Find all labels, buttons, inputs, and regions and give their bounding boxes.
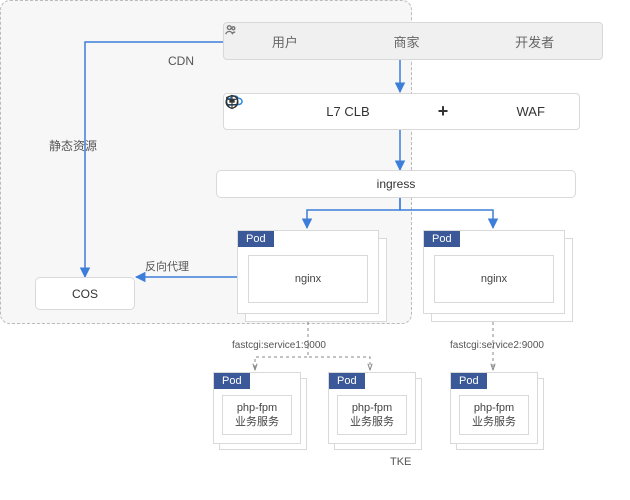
- nginx-pod-2: Pod nginx: [423, 230, 573, 322]
- nginx-pod-1: Pod nginx: [237, 230, 387, 322]
- php-pod-3: Pod php-fpm 业务服务: [450, 372, 548, 452]
- reverse-proxy-label: 反向代理: [145, 258, 189, 274]
- nginx-label: nginx: [295, 272, 321, 286]
- php-inner: php-fpm 业务服务: [222, 395, 292, 435]
- php-line1: php-fpm: [474, 401, 514, 415]
- php-inner: php-fpm 业务服务: [459, 395, 529, 435]
- l7clb-label: L7 CLB: [326, 104, 369, 119]
- actor-user: 用户: [272, 32, 298, 51]
- waf-label: WAF: [516, 104, 544, 119]
- actor-merchant-label: 商家: [393, 32, 419, 51]
- php-line1: php-fpm: [237, 401, 277, 415]
- actor-merchant: 商家: [393, 32, 419, 51]
- nginx-inner: nginx: [434, 255, 554, 303]
- actor-user-label: 用户: [272, 32, 298, 51]
- php-line2: 业务服务: [472, 415, 516, 429]
- ingress-label: ingress: [377, 177, 416, 191]
- nginx-inner: nginx: [248, 255, 368, 303]
- ingress-box: ingress: [216, 170, 576, 198]
- php-pod-1: Pod php-fpm 业务服务: [213, 372, 311, 452]
- waf-shield-icon: [224, 94, 240, 110]
- actor-developer-label: 开发者: [515, 32, 554, 51]
- pod-badge: Pod: [329, 373, 365, 389]
- pod-badge: Pod: [451, 373, 487, 389]
- actors-bar: 用户 商家 开发者: [223, 22, 603, 60]
- php-line2: 业务服务: [235, 415, 279, 429]
- users-icon: [224, 23, 238, 37]
- php-pod-2: Pod php-fpm 业务服务: [328, 372, 426, 452]
- cdn-label: CDN: [168, 54, 194, 68]
- waf-item: WAF: [516, 104, 544, 119]
- php-line1: php-fpm: [352, 401, 392, 415]
- pod-badge: Pod: [214, 373, 250, 389]
- pod-badge: Pod: [424, 231, 460, 247]
- plus-icon: +: [438, 101, 449, 122]
- static-assets-label: 静态资源: [49, 137, 97, 154]
- fastcgi1-label: fastcgi:service1:9000: [232, 340, 326, 351]
- cos-box: COS: [35, 277, 135, 310]
- fastcgi2-label: fastcgi:service2:9000: [450, 340, 544, 351]
- nginx-label: nginx: [481, 272, 507, 286]
- l7clb-item: L7 CLB: [326, 104, 369, 119]
- php-line2: 业务服务: [350, 415, 394, 429]
- gateway-row: L7 CLB + WAF: [223, 93, 580, 130]
- pod-badge: Pod: [238, 231, 274, 247]
- actor-developer: 开发者: [515, 32, 554, 51]
- tke-label: TKE: [390, 456, 411, 468]
- cos-label: COS: [72, 287, 98, 301]
- php-inner: php-fpm 业务服务: [337, 395, 407, 435]
